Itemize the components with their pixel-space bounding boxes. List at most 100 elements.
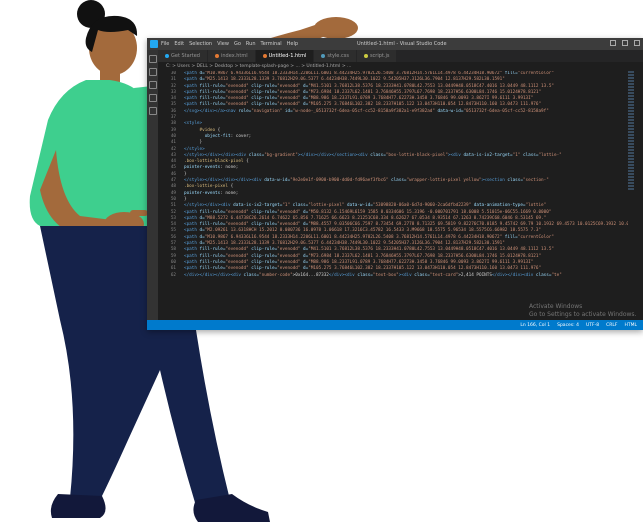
minimap-row — [628, 167, 634, 169]
minimap-row — [628, 89, 634, 91]
minimap-row — [628, 83, 634, 85]
maximize-icon[interactable] — [622, 40, 628, 46]
activity-bar — [147, 50, 158, 320]
code-line[interactable]: 62 </div></div></div><div class="number-c… — [158, 273, 628, 279]
minimap[interactable] — [628, 71, 641, 191]
code-text: </svg></div></a><nav role="navigation" i… — [184, 108, 549, 114]
menu-file[interactable]: File — [161, 41, 169, 47]
minimap-row — [628, 101, 634, 103]
editor-tab[interactable]: style.css — [314, 50, 357, 62]
minimap-row — [628, 179, 634, 181]
menu-go[interactable]: Go — [234, 41, 241, 47]
tab-label: Untitled-1.html — [268, 53, 307, 59]
close-icon[interactable] — [634, 40, 640, 46]
line-number: 62 — [170, 272, 176, 278]
minimap-row — [628, 113, 634, 115]
code-text: pointer-events: none; — [184, 165, 239, 171]
minimap-row — [628, 80, 634, 82]
file-type-icon — [262, 54, 267, 58]
window-title: Untitled-1.html - Visual Studio Code — [357, 41, 447, 47]
menu-help[interactable]: Help — [287, 41, 298, 47]
run-debug-icon[interactable] — [148, 94, 157, 102]
tab-label: script.js — [369, 53, 390, 59]
minimap-row — [628, 161, 634, 163]
minimap-row — [628, 74, 634, 76]
minimap-row — [628, 134, 634, 136]
raised-hand — [314, 17, 358, 39]
watermark-title: Activate Windows — [529, 303, 583, 310]
status-bar: Ln 166, Col 1 Spaces: 4 UTF-8 CRLF HTML — [147, 320, 643, 330]
minimap-row — [628, 98, 634, 100]
tab-label: Get Started — [171, 53, 200, 59]
extensions-icon[interactable] — [148, 107, 157, 115]
minimap-row — [628, 146, 634, 148]
menu-terminal[interactable]: Terminal — [261, 41, 282, 47]
minimap-row — [628, 152, 634, 154]
window-controls — [610, 40, 640, 46]
menu-edit[interactable]: Edit — [174, 41, 184, 47]
file-type-icon — [321, 54, 326, 58]
minimap-row — [628, 158, 634, 160]
minimize-icon[interactable] — [610, 40, 616, 46]
minimap-row — [628, 170, 634, 172]
explorer-icon[interactable] — [148, 55, 157, 63]
activation-watermark: Activate Windows Go to Settings to activ… — [529, 303, 636, 319]
minimap-row — [628, 185, 634, 187]
pointing-finger — [130, 210, 148, 216]
minimap-row — [628, 173, 634, 175]
minimap-row — [628, 155, 634, 157]
source-control-icon[interactable] — [148, 81, 157, 89]
status-encoding[interactable]: UTF-8 — [586, 323, 599, 328]
menu-view[interactable]: View — [217, 41, 229, 47]
status-language[interactable]: HTML — [624, 323, 637, 328]
minimap-row — [628, 104, 634, 106]
file-type-icon — [363, 54, 368, 58]
minimap-row — [628, 182, 634, 184]
status-indentation[interactable]: Spaces: 4 — [557, 323, 579, 328]
minimap-row — [628, 128, 634, 130]
editor-tab[interactable]: Get Started — [158, 50, 208, 62]
minimap-row — [628, 164, 634, 166]
breadcrumb[interactable]: C: > Users > DELL > Desktop > template-s… — [158, 62, 643, 71]
minimap-row — [628, 77, 634, 79]
status-line-ending[interactable]: CRLF — [606, 323, 617, 328]
file-type-icon — [165, 54, 169, 58]
minimap-row — [628, 137, 634, 139]
editor-tabs: Get Started index.html Untitled-1.html styl… — [158, 50, 643, 62]
minimap-row — [628, 110, 634, 112]
minimap-row — [628, 116, 634, 118]
menu-run[interactable]: Run — [246, 41, 256, 47]
minimap-row — [628, 143, 634, 145]
menu-selection[interactable]: Selection — [189, 41, 212, 47]
left-shoe — [50, 494, 106, 518]
minimap-row — [628, 131, 634, 133]
code-text: </div></div></div><div class="number-cod… — [184, 272, 562, 278]
code-text: </style></div></div></div><div data-w-id… — [184, 178, 549, 184]
minimap-row — [628, 86, 634, 88]
code-editor-window: File Edit Selection View Go Run Terminal… — [147, 38, 643, 330]
editor-tab[interactable]: script.js — [356, 50, 398, 62]
minimap-row — [628, 95, 634, 97]
vscode-logo-icon — [150, 40, 158, 48]
minimap-row — [628, 125, 634, 127]
code-text: pointer-events: none; — [184, 190, 239, 196]
minimap-row — [628, 140, 634, 142]
minimap-row — [628, 92, 634, 94]
minimap-row — [628, 176, 634, 178]
title-bar: File Edit Selection View Go Run Terminal… — [147, 38, 643, 50]
minimap-row — [628, 188, 634, 190]
watermark-subtitle: Go to Settings to activate Windows. — [529, 311, 637, 318]
code-editor[interactable]: 30 <path d="M10.9867 6.94336L16.9544 18.2… — [158, 71, 628, 320]
minimap-row — [628, 107, 634, 109]
search-icon[interactable] — [148, 68, 157, 76]
status-cursor-position[interactable]: Ln 166, Col 1 — [520, 323, 550, 328]
editor-tab[interactable]: index.html — [207, 50, 256, 62]
tab-label: style.css — [327, 53, 349, 59]
file-type-icon — [214, 54, 219, 58]
minimap-row — [628, 71, 634, 73]
minimap-row — [628, 119, 634, 121]
tab-label: index.html — [220, 53, 248, 59]
editor-tab[interactable]: Untitled-1.html — [255, 50, 315, 62]
minimap-row — [628, 122, 634, 124]
minimap-row — [628, 149, 634, 151]
